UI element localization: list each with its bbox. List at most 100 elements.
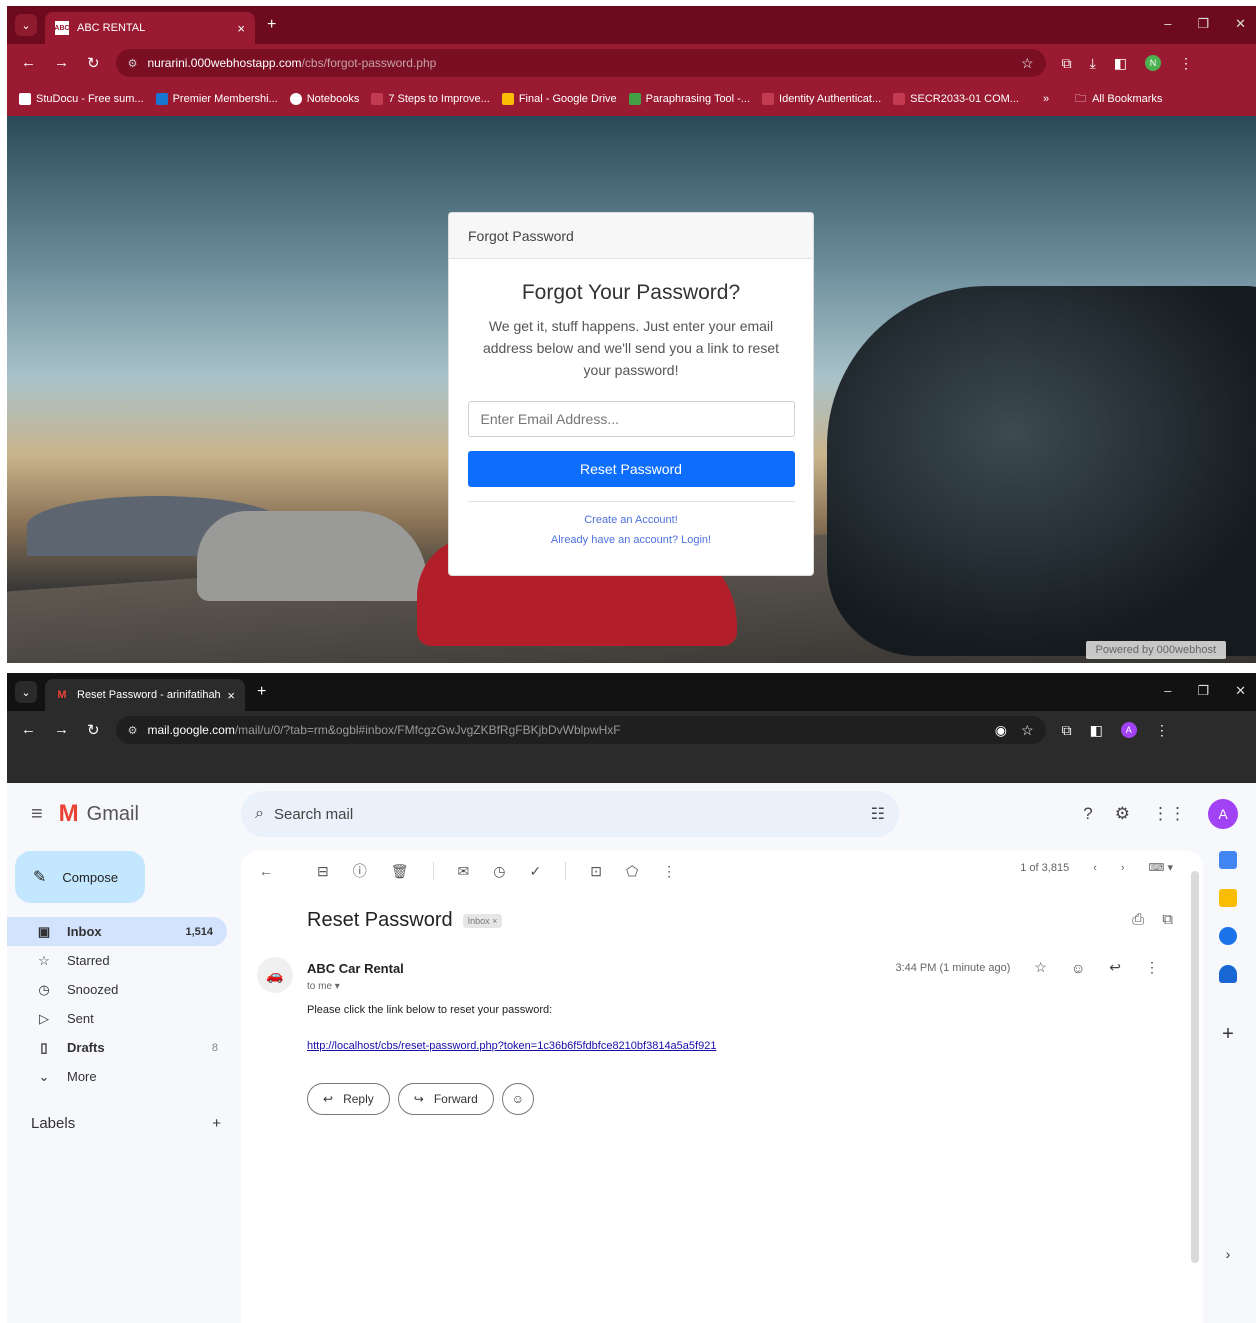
mark-unread-icon[interactable]: ✉: [458, 863, 470, 880]
open-new-window-icon[interactable]: ⧉: [1162, 911, 1173, 928]
print-icon[interactable]: ⎙: [1132, 911, 1144, 928]
delete-icon[interactable]: 🗑: [391, 863, 409, 880]
add-task-icon[interactable]: ✓: [529, 863, 541, 880]
sidepanel-icon[interactable]: ◧: [1090, 722, 1103, 739]
recipient-details[interactable]: to me ▾: [307, 981, 340, 992]
bookmark-star-icon[interactable]: ☆: [1021, 722, 1034, 739]
sidebar-item-snoozed[interactable]: ◷ Snoozed: [7, 975, 232, 1004]
new-tab-icon[interactable]: +: [267, 16, 276, 34]
keyboard-icon[interactable]: ⌨ ▾: [1149, 861, 1173, 874]
bookmark-item[interactable]: 7 Steps to Improve...: [371, 93, 490, 105]
bookmark-item[interactable]: Final - Google Drive: [501, 93, 617, 105]
tab-search-icon[interactable]: ⌄: [15, 681, 37, 703]
search-bar[interactable]: ⌕ Search mail ☷: [241, 791, 899, 837]
calendar-icon[interactable]: [1219, 851, 1237, 869]
minimize-icon[interactable]: –: [1164, 683, 1171, 699]
profile-avatar[interactable]: N: [1145, 55, 1162, 71]
extensions-icon[interactable]: ⧉: [1062, 55, 1072, 72]
close-tab-icon[interactable]: ×: [227, 688, 235, 703]
tasks-icon[interactable]: [1219, 927, 1237, 945]
reset-link[interactable]: http://localhost/cbs/reset-password.php?…: [307, 1040, 716, 1052]
forward-button[interactable]: ↪ Forward: [397, 1083, 494, 1115]
login-link[interactable]: Already have an account? Login!: [449, 534, 813, 546]
restore-icon[interactable]: ❐: [1197, 683, 1209, 699]
add-addon-icon[interactable]: +: [1222, 1023, 1234, 1046]
sidebar-item-drafts[interactable]: ▯ Drafts 8: [7, 1033, 232, 1062]
search-options-icon[interactable]: ☷: [871, 804, 885, 824]
sender-name[interactable]: ABC Car Rental: [307, 961, 404, 976]
address-bar[interactable]: ⚙ mail.google.com /mail/u/0/?tab=rm&ogbl…: [115, 716, 1046, 744]
report-spam-icon[interactable]: ⓘ: [353, 861, 367, 881]
account-avatar[interactable]: A: [1208, 799, 1238, 829]
more-icon[interactable]: ⋮: [1145, 959, 1159, 976]
bookmark-item[interactable]: Paraphrasing Tool -...: [628, 93, 750, 105]
add-label-icon[interactable]: +: [212, 1115, 221, 1132]
reset-password-button[interactable]: Reset Password: [467, 451, 795, 487]
back-to-inbox-icon[interactable]: ←: [259, 863, 273, 879]
menu-icon[interactable]: ⋮: [1155, 722, 1169, 739]
snooze-icon[interactable]: ◷: [493, 863, 505, 880]
bookmark-item[interactable]: StuDocu - Free sum...: [19, 93, 144, 105]
close-tab-icon[interactable]: ×: [237, 21, 245, 36]
more-options-icon[interactable]: ⋮: [662, 863, 676, 880]
reply-icon[interactable]: ↩: [1109, 959, 1121, 976]
emoji-react-button[interactable]: ☺: [501, 1083, 534, 1115]
next-icon[interactable]: ›: [1121, 862, 1125, 874]
forward-icon[interactable]: →: [54, 54, 69, 72]
bookmark-item[interactable]: Notebooks: [289, 93, 359, 105]
back-icon[interactable]: ←: [21, 54, 36, 72]
minimize-icon[interactable]: –: [1164, 16, 1171, 32]
reload-icon[interactable]: ↻: [87, 54, 100, 72]
star-icon[interactable]: ☆: [1034, 959, 1047, 976]
contacts-icon[interactable]: [1219, 965, 1237, 983]
sidepanel-icon[interactable]: ◧: [1114, 55, 1127, 72]
more-bookmarks-icon[interactable]: »: [1043, 93, 1049, 105]
forward-icon[interactable]: →: [54, 721, 69, 739]
emoji-icon[interactable]: ☺: [1071, 960, 1085, 976]
keep-icon[interactable]: [1219, 889, 1237, 907]
move-to-icon[interactable]: ⊡: [590, 863, 602, 880]
profile-avatar[interactable]: A: [1120, 722, 1137, 738]
inbox-label-chip[interactable]: Inbox ×: [462, 913, 503, 928]
chevron-right-icon[interactable]: ›: [1226, 1246, 1231, 1262]
close-window-icon[interactable]: ✕: [1235, 16, 1246, 32]
tab-reset-password[interactable]: M Reset Password - arinifatihah71 ×: [45, 679, 245, 711]
compose-button[interactable]: ✎ Compose: [15, 851, 145, 903]
archive-icon[interactable]: ⊟: [317, 863, 329, 880]
close-window-icon[interactable]: ✕: [1235, 683, 1246, 699]
tab-search-icon[interactable]: ⌄: [15, 14, 37, 36]
sidebar-item-starred[interactable]: ☆ Starred: [7, 946, 232, 975]
back-icon[interactable]: ←: [21, 721, 36, 739]
search-input[interactable]: Search mail: [274, 806, 353, 823]
eye-icon[interactable]: ◉: [995, 722, 1007, 739]
bookmark-star-icon[interactable]: ☆: [1021, 55, 1034, 72]
sidebar-item-more[interactable]: ⌄ More: [7, 1062, 232, 1091]
search-icon[interactable]: ⌕: [255, 805, 264, 823]
scrollbar[interactable]: [1191, 871, 1199, 1263]
site-info-icon[interactable]: ⚙: [128, 57, 138, 70]
site-info-icon[interactable]: ⚙: [128, 724, 138, 737]
email-field[interactable]: [467, 401, 795, 437]
powered-by-badge[interactable]: Powered by 000webhost: [1085, 641, 1226, 659]
bookmark-item[interactable]: SECR2033-01 COM...: [893, 93, 1019, 105]
sidebar-item-sent[interactable]: ▷ Sent: [7, 1004, 232, 1033]
bookmark-item[interactable]: Identity Authenticat...: [762, 93, 881, 105]
create-account-link[interactable]: Create an Account!: [449, 514, 813, 526]
extensions-icon[interactable]: ⧉: [1062, 722, 1072, 739]
gmail-logo[interactable]: M Gmail: [59, 800, 139, 828]
download-icon[interactable]: ⤓: [1090, 55, 1096, 72]
tab-abc-rental[interactable]: ABC ABC RENTAL ×: [45, 12, 255, 44]
main-menu-icon[interactable]: ≡: [31, 803, 43, 826]
restore-icon[interactable]: ❐: [1197, 16, 1209, 32]
reply-button[interactable]: ↩ Reply: [307, 1083, 390, 1115]
label-icon[interactable]: ⬠: [626, 863, 638, 880]
reload-icon[interactable]: ↻: [87, 721, 100, 739]
new-tab-icon[interactable]: +: [257, 683, 266, 701]
prev-icon[interactable]: ‹: [1093, 862, 1097, 874]
help-icon[interactable]: ?: [1083, 804, 1092, 824]
address-bar[interactable]: ⚙ nurarini.000webhostapp.com /cbs/forgot…: [115, 49, 1046, 77]
all-bookmarks[interactable]: 🗀 All Bookmarks: [1075, 90, 1162, 109]
bookmark-item[interactable]: Premier Membershi...: [155, 93, 278, 105]
menu-icon[interactable]: ⋮: [1179, 55, 1193, 72]
apps-grid-icon[interactable]: ⋮⋮: [1152, 804, 1186, 824]
